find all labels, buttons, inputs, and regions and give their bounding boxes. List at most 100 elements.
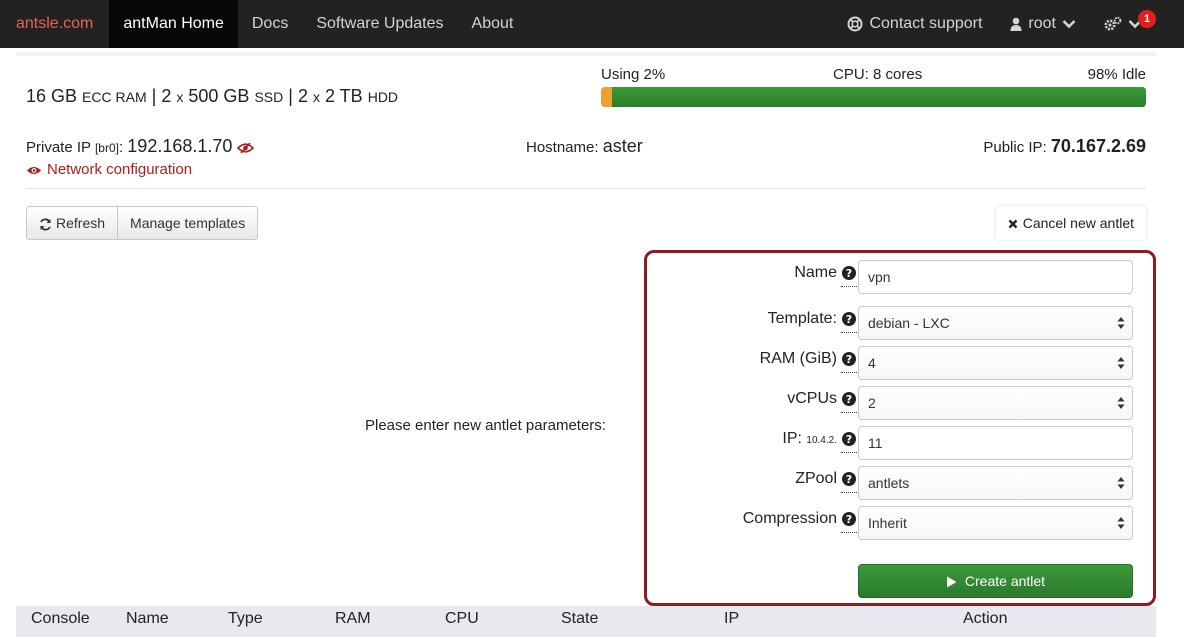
help-icon[interactable]: ? bbox=[841, 311, 857, 327]
template-label: Template: bbox=[767, 310, 837, 327]
help-underline bbox=[841, 532, 857, 533]
cpu-using-label: Using 2% bbox=[601, 66, 666, 83]
vcpus-label: vCPUs bbox=[787, 390, 837, 407]
close-icon bbox=[1008, 207, 1018, 239]
ram-label: RAM (GiB) bbox=[759, 350, 837, 367]
help-icon[interactable]: ? bbox=[841, 351, 857, 367]
brand-link[interactable]: antsle.com bbox=[0, 0, 109, 48]
new-antlet-form: Name ? vpn Template: ? debian - LXC RAM … bbox=[644, 250, 1156, 606]
compression-select[interactable]: Inherit bbox=[858, 506, 1133, 540]
help-underline bbox=[841, 412, 857, 413]
hostname-value: aster bbox=[602, 136, 643, 156]
svg-text:?: ? bbox=[846, 353, 852, 366]
zpool-label: ZPool bbox=[795, 470, 837, 487]
settings-menu[interactable] bbox=[1090, 0, 1184, 48]
create-antlet-button[interactable]: Create antlet bbox=[858, 564, 1133, 598]
template-select[interactable]: debian - LXC bbox=[858, 306, 1133, 340]
private-ip-label: Private IP bbox=[26, 139, 91, 156]
header-shadow bbox=[16, 52, 1156, 56]
select-arrows-icon bbox=[1117, 477, 1125, 489]
cpu-idle-fill bbox=[611, 87, 1146, 107]
column-header-action[interactable]: Action bbox=[963, 610, 1007, 628]
template-select-value: debian - LXC bbox=[868, 315, 950, 331]
manage-templates-button[interactable]: Manage templates bbox=[118, 206, 259, 240]
nav-antman-home[interactable]: antMan Home bbox=[109, 0, 238, 48]
hdd-type: HDD bbox=[367, 89, 399, 105]
svg-text:?: ? bbox=[846, 433, 852, 446]
ssd-count: 2 bbox=[161, 86, 172, 106]
compression-select-value: Inherit bbox=[868, 515, 907, 531]
top-navbar: antsle.com antMan Home Docs Software Upd… bbox=[0, 0, 1184, 48]
cpu-usage-bar bbox=[601, 87, 1146, 107]
name-input[interactable]: vpn bbox=[858, 260, 1133, 294]
hostname-label: Hostname: bbox=[526, 139, 599, 156]
help-icon[interactable]: ? bbox=[841, 511, 857, 527]
create-antlet-label: Create antlet bbox=[964, 573, 1046, 589]
public-ip: Public IP: 70.167.2.69 bbox=[983, 136, 1146, 157]
notification-badge[interactable]: 1 bbox=[1138, 10, 1156, 28]
ip-label: IP: bbox=[782, 430, 802, 447]
contact-support-label: Contact support bbox=[869, 15, 983, 32]
column-header-cpu[interactable]: CPU bbox=[445, 610, 479, 628]
help-icon[interactable]: ? bbox=[841, 431, 857, 447]
form-row-ram: RAM (GiB) ? 4 bbox=[647, 346, 1153, 380]
network-configuration-link[interactable]: Network configuration bbox=[26, 161, 192, 178]
private-ip-colon: : bbox=[118, 139, 124, 156]
hdd-count: 2 bbox=[297, 86, 308, 106]
hdd-size: 2 TB bbox=[325, 86, 363, 106]
user-menu[interactable]: root bbox=[996, 0, 1090, 48]
chevron-down-icon bbox=[1062, 0, 1076, 48]
column-header-name[interactable]: Name bbox=[126, 610, 169, 628]
help-underline bbox=[841, 286, 857, 287]
refresh-label: Refresh bbox=[56, 215, 106, 231]
column-header-console[interactable]: Console bbox=[31, 610, 90, 628]
contact-support-link[interactable]: Contact support bbox=[833, 0, 996, 48]
antlet-table-header: Console Name Type RAM CPU State IP Actio… bbox=[16, 606, 1156, 637]
ip-input[interactable]: 11 bbox=[858, 426, 1133, 460]
nav-software-updates[interactable]: Software Updates bbox=[302, 0, 457, 48]
ip-label-group: IP: 10.4.2. bbox=[782, 430, 837, 448]
gears-icon bbox=[1104, 0, 1122, 48]
cancel-new-antlet-button[interactable]: Cancel new antlet bbox=[995, 206, 1146, 240]
cpu-idle-label: 98% Idle bbox=[1087, 66, 1146, 83]
private-ip: Private IP [br0]: 192.168.1.70 bbox=[26, 136, 254, 157]
cpu-used-fill bbox=[601, 87, 612, 107]
help-icon[interactable]: ? bbox=[841, 265, 857, 281]
vcpus-select[interactable]: 2 bbox=[858, 386, 1133, 420]
svg-text:?: ? bbox=[846, 473, 852, 486]
eye-slash-icon[interactable] bbox=[236, 139, 254, 156]
column-header-ram[interactable]: RAM bbox=[335, 610, 371, 628]
help-icon[interactable]: ? bbox=[841, 471, 857, 487]
svg-text:?: ? bbox=[846, 393, 852, 406]
help-underline bbox=[841, 452, 857, 453]
toolbar-button-group: Refresh Manage templates bbox=[26, 206, 259, 240]
help-icon[interactable]: ? bbox=[841, 391, 857, 407]
refresh-button[interactable]: Refresh bbox=[26, 206, 119, 240]
play-icon bbox=[946, 565, 957, 597]
section-divider bbox=[26, 188, 1146, 189]
svg-text:?: ? bbox=[846, 513, 852, 526]
eye-icon bbox=[26, 161, 42, 178]
help-underline bbox=[841, 372, 857, 373]
ram-select[interactable]: 4 bbox=[858, 346, 1133, 380]
private-ip-value: 192.168.1.70 bbox=[127, 136, 233, 156]
select-arrows-icon bbox=[1117, 357, 1125, 369]
form-row-compression: Compression ? Inherit bbox=[647, 506, 1153, 540]
column-header-ip[interactable]: IP bbox=[724, 610, 739, 628]
hostname: Hostname: aster bbox=[526, 136, 643, 157]
zpool-select-value: antlets bbox=[868, 475, 910, 491]
user-name: root bbox=[1028, 15, 1056, 32]
refresh-icon bbox=[39, 207, 52, 239]
column-header-type[interactable]: Type bbox=[228, 610, 263, 628]
zpool-select[interactable]: antlets bbox=[858, 466, 1133, 500]
ip-prefix: 10.4.2. bbox=[806, 435, 837, 446]
nav-docs[interactable]: Docs bbox=[238, 0, 302, 48]
help-underline bbox=[841, 332, 857, 333]
ram-type: ECC RAM bbox=[82, 89, 147, 105]
new-antlet-prompt: Please enter new antlet parameters: bbox=[365, 417, 606, 434]
multiply-sign: x bbox=[312, 89, 320, 105]
compression-label: Compression bbox=[742, 510, 837, 527]
column-header-state[interactable]: State bbox=[561, 610, 598, 628]
nav-about[interactable]: About bbox=[458, 0, 528, 48]
spec-separator: | bbox=[288, 86, 293, 106]
